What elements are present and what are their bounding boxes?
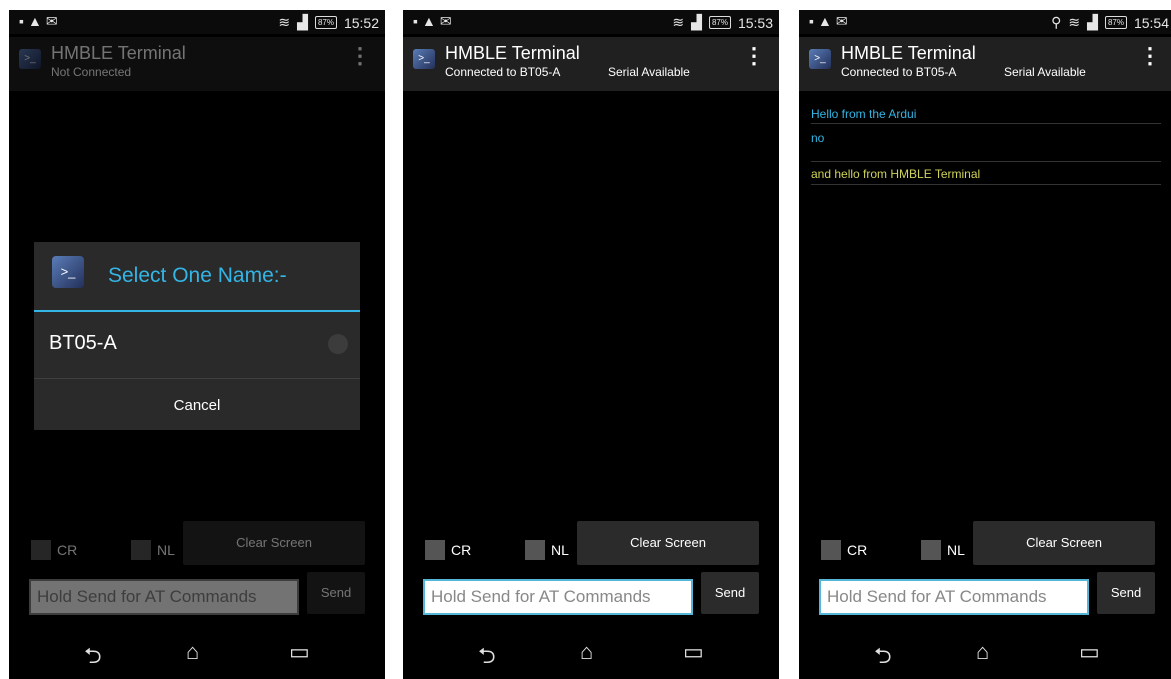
app-icon: >_ (19, 49, 41, 69)
cancel-button[interactable]: Cancel (34, 397, 360, 414)
status-time: 15:53 (737, 14, 773, 31)
action-bar: >_ HMBLE Terminal Not Connected ⋮ (9, 37, 385, 91)
divider (34, 378, 360, 379)
mail-icon: ✉ (835, 13, 852, 29)
status-bar: ▪▲✉ ≋ ▟ 87% 15:52 (9, 10, 385, 34)
back-icon[interactable]: ⮌ (478, 639, 496, 677)
status-bar: ▪▲✉ ≋ ▟ 87% 15:53 (403, 10, 779, 34)
signal-icon: ▟ (691, 14, 702, 30)
dialog-title: Select One Name:- (108, 264, 287, 287)
cr-label: CR (451, 542, 472, 558)
action-bar: >_ HMBLE Terminal Connected to BT05-A Se… (799, 37, 1171, 91)
notification-icon: ▪ (19, 13, 28, 29)
recents-icon[interactable]: ▭ (1079, 639, 1100, 665)
connection-status: Connected to BT05-A (841, 65, 957, 79)
menu-icon[interactable]: ⋮ (743, 45, 765, 67)
received-message: no (811, 131, 825, 145)
location-icon: ⚲ (1051, 14, 1062, 30)
nl-label: NL (157, 542, 175, 558)
home-icon[interactable]: ⌂ (580, 639, 593, 665)
battery-icon: 87% (708, 16, 731, 29)
recents-icon[interactable]: ▭ (289, 639, 310, 665)
menu-icon[interactable]: ⋮ (349, 45, 371, 67)
status-bar: ▪▲✉ ⚲ ≋ ▟ 87% 15:54 (799, 10, 1171, 34)
app-title: HMBLE Terminal (445, 43, 580, 63)
home-icon[interactable]: ⌂ (186, 639, 199, 665)
dialog-app-icon: >_ (52, 256, 84, 288)
received-message: Hello from the Ardui (811, 107, 917, 121)
nl-label: NL (947, 542, 965, 558)
nav-bar: ⮌ ⌂ ▭ (799, 627, 1171, 679)
app-icon: >_ (413, 49, 435, 69)
device-list-item[interactable]: BT05-A (49, 332, 117, 355)
send-button[interactable]: Send (1097, 572, 1155, 614)
command-input[interactable]: Hold Send for AT Commands (29, 579, 299, 615)
phone-screen-1: ▪▲✉ ≋ ▟ 87% 15:52 >_ HMBLE Terminal Not … (9, 10, 385, 679)
battery-icon: 87% (314, 16, 337, 29)
signal-icon: ▟ (1087, 14, 1098, 30)
select-device-dialog: >_ Select One Name:- BT05-A Cancel (34, 242, 360, 430)
send-button[interactable]: Send (307, 572, 365, 614)
radio-button[interactable] (328, 334, 348, 354)
cr-label: CR (57, 542, 78, 558)
wifi-icon: ≋ (672, 14, 685, 30)
status-time: 15:54 (1133, 14, 1169, 31)
app-title: HMBLE Terminal (841, 43, 976, 63)
nav-bar: ⮌ ⌂ ▭ (403, 627, 779, 679)
action-bar: >_ HMBLE Terminal Connected to BT05-A Se… (403, 37, 779, 91)
mail-icon: ✉ (439, 13, 456, 29)
command-input[interactable]: Hold Send for AT Commands (423, 579, 693, 615)
cr-checkbox[interactable] (425, 540, 445, 560)
battery-icon: 87% (1104, 16, 1127, 29)
nl-label: NL (551, 542, 569, 558)
phone-screen-3: ▪▲✉ ⚲ ≋ ▟ 87% 15:54 >_ HMBLE Terminal Co… (799, 10, 1171, 679)
serial-status: Serial Available (1004, 65, 1086, 79)
mail-icon: ✉ (45, 13, 62, 29)
wifi-icon: ≋ (1068, 14, 1081, 30)
notification-icon: ▪ (413, 13, 422, 29)
divider (811, 161, 1161, 162)
signal-icon: ▟ (297, 14, 308, 30)
divider (811, 123, 1161, 124)
cr-checkbox[interactable] (821, 540, 841, 560)
status-time: 15:52 (343, 14, 379, 31)
warning-icon: ▲ (421, 13, 440, 29)
home-icon[interactable]: ⌂ (976, 639, 989, 665)
app-title: HMBLE Terminal (51, 43, 186, 63)
cr-label: CR (847, 542, 868, 558)
recents-icon[interactable]: ▭ (683, 639, 704, 665)
phone-screen-2: ▪▲✉ ≋ ▟ 87% 15:53 >_ HMBLE Terminal Conn… (403, 10, 779, 679)
warning-icon: ▲ (817, 13, 836, 29)
serial-status: Serial Available (608, 65, 690, 79)
clear-screen-button[interactable]: Clear Screen (973, 521, 1155, 565)
clear-screen-button[interactable]: Clear Screen (183, 521, 365, 565)
warning-icon: ▲ (27, 13, 46, 29)
nav-bar: ⮌ ⌂ ▭ (9, 627, 385, 679)
sent-message: and hello from HMBLE Terminal (811, 167, 981, 181)
wifi-icon: ≋ (278, 14, 291, 30)
clear-screen-button[interactable]: Clear Screen (577, 521, 759, 565)
nl-checkbox[interactable] (525, 540, 545, 560)
app-icon: >_ (809, 49, 831, 69)
cr-checkbox[interactable] (31, 540, 51, 560)
divider (811, 184, 1161, 185)
command-input[interactable]: Hold Send for AT Commands (819, 579, 1089, 615)
menu-icon[interactable]: ⋮ (1139, 45, 1161, 67)
nl-checkbox[interactable] (921, 540, 941, 560)
notification-icon: ▪ (809, 13, 818, 29)
send-button[interactable]: Send (701, 572, 759, 614)
back-icon[interactable]: ⮌ (84, 639, 102, 677)
dialog-divider (34, 310, 360, 312)
connection-status: Connected to BT05-A (445, 65, 561, 79)
connection-status: Not Connected (51, 65, 132, 79)
back-icon[interactable]: ⮌ (874, 639, 892, 677)
nl-checkbox[interactable] (131, 540, 151, 560)
